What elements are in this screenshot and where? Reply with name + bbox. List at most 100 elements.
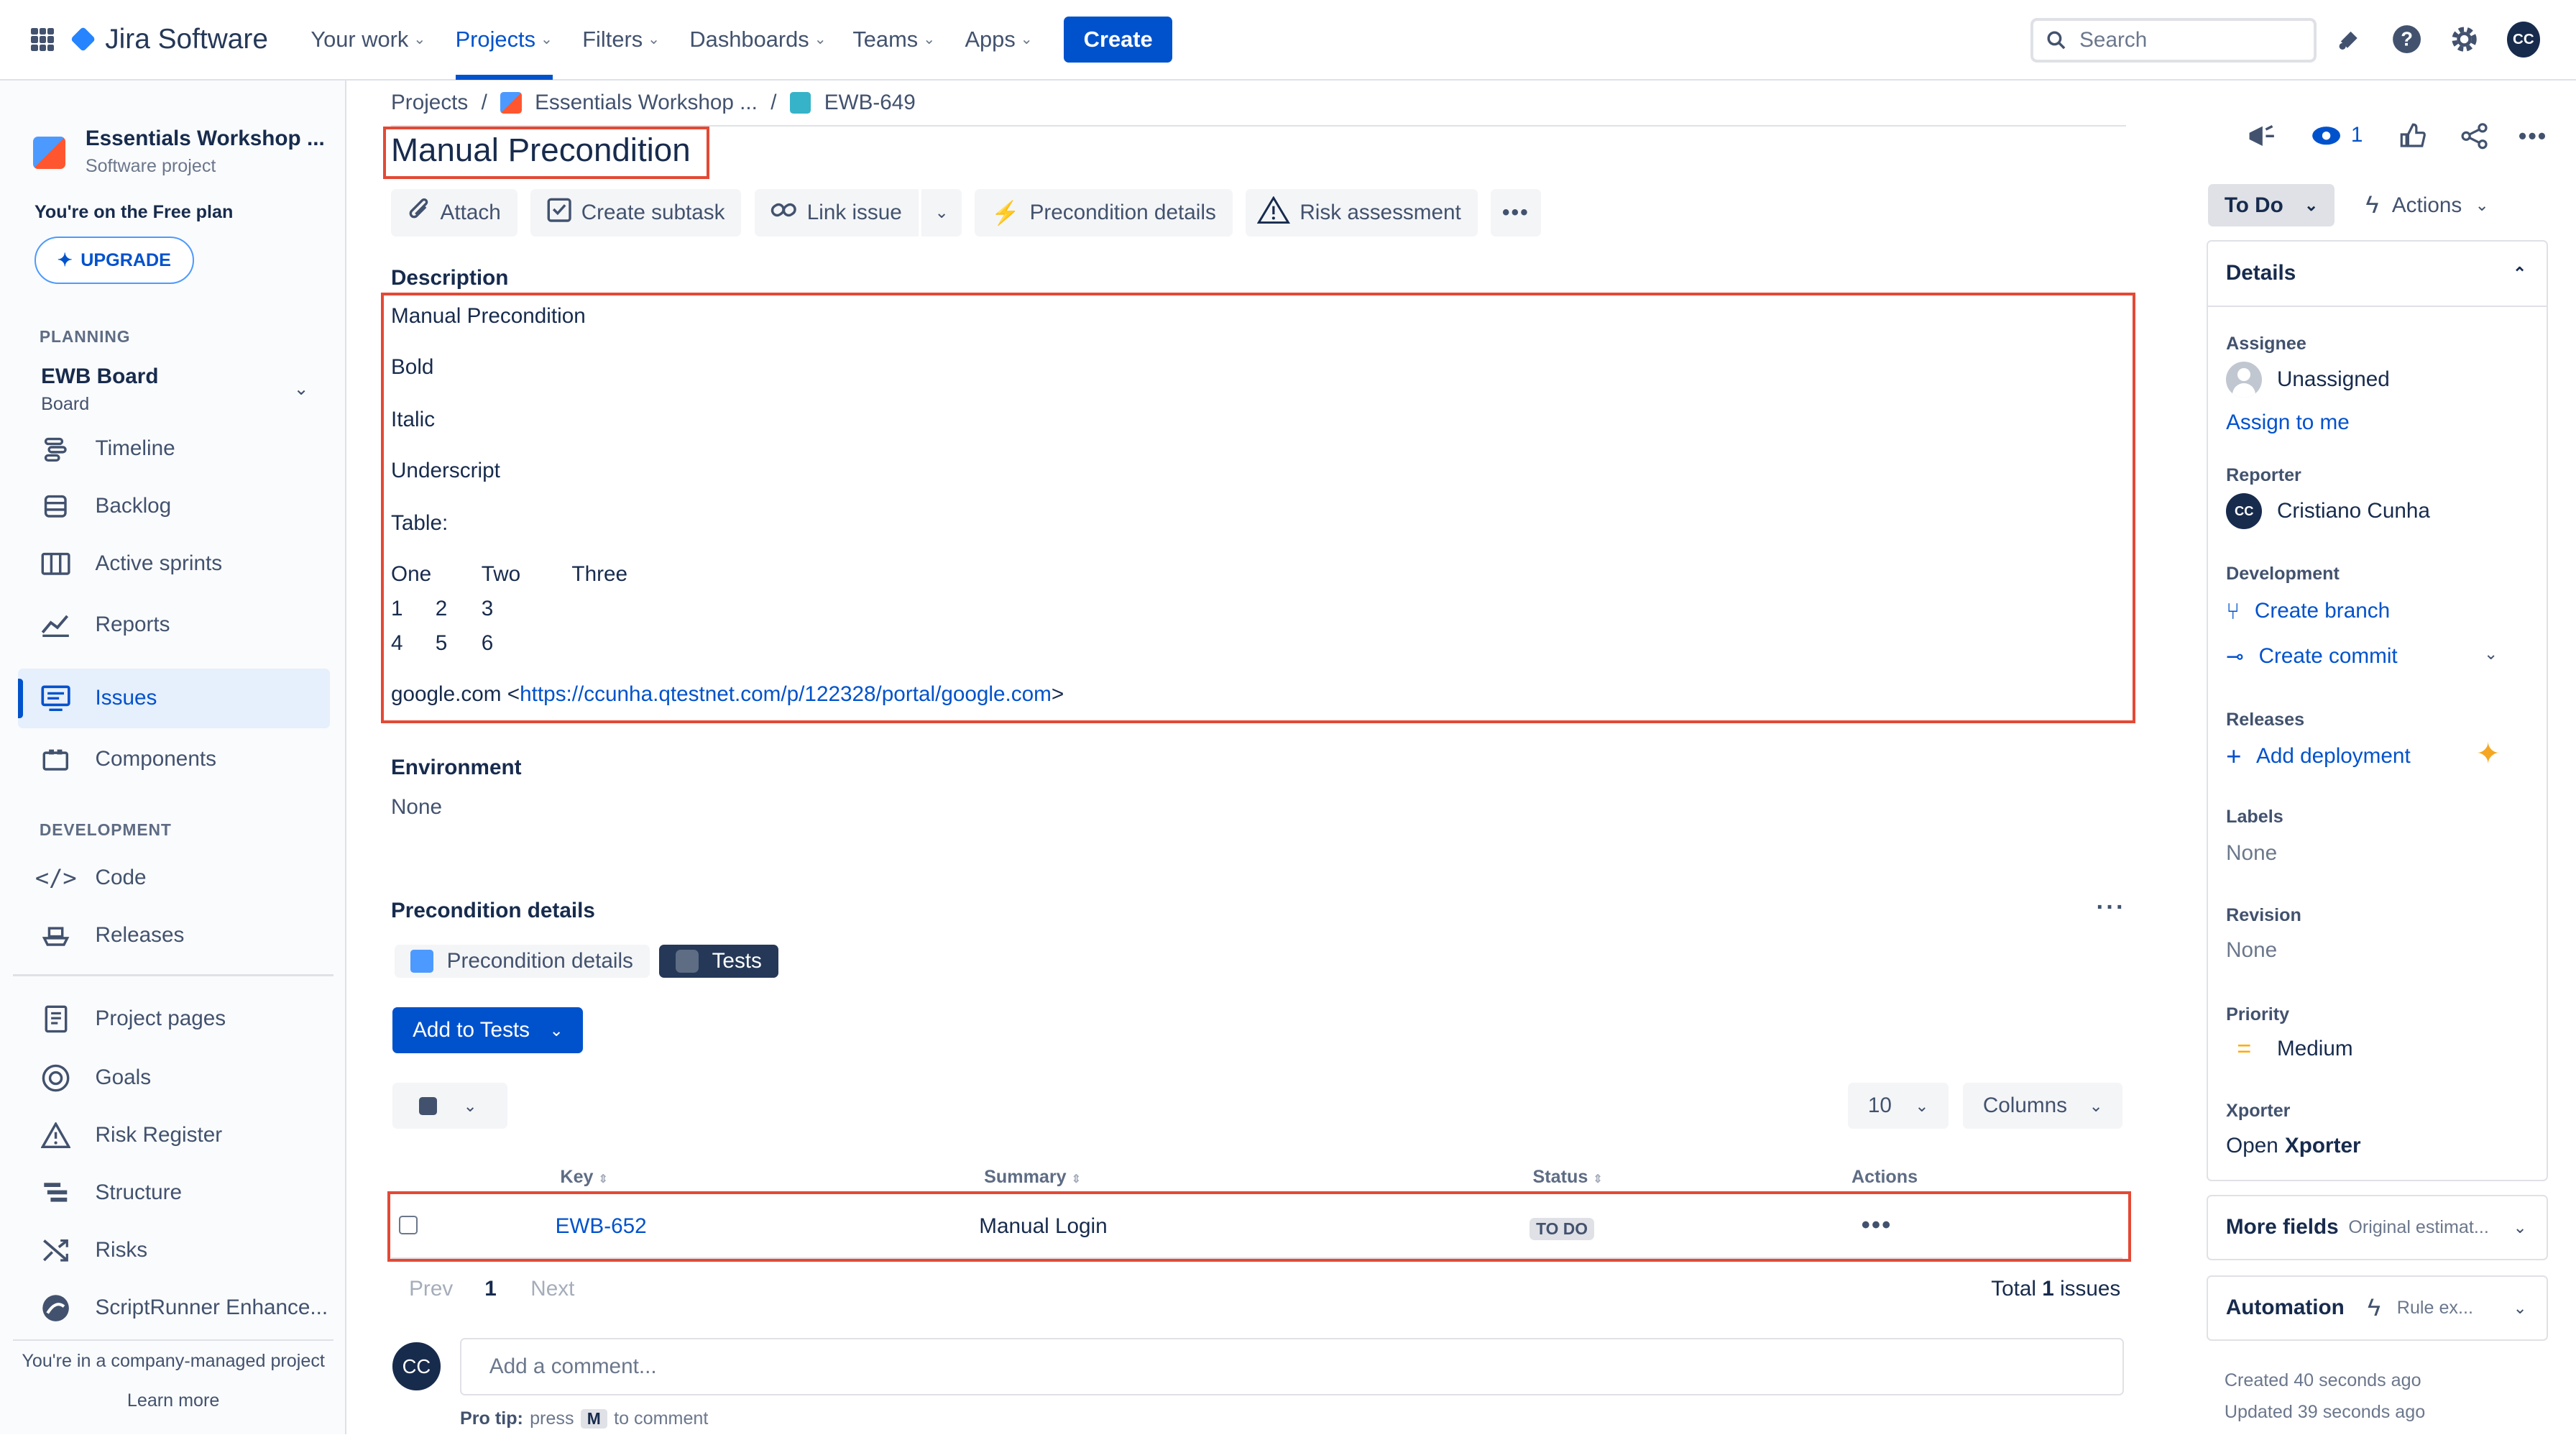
column-header-key[interactable]: Key ⇕ <box>560 1167 607 1188</box>
sidebar-divider <box>13 974 334 976</box>
chevron-down-icon: ⌄ <box>2304 196 2319 215</box>
sidebar-item-issues[interactable]: Issues <box>18 669 331 728</box>
sidebar-item-scriptrunner[interactable]: ScriptRunner Enhance... <box>18 1278 330 1337</box>
open-xporter-link[interactable]: Open Xporter <box>2226 1134 2360 1158</box>
column-header-status[interactable]: Status ⇕ <box>1533 1167 1603 1188</box>
risk-assessment-label: Risk assessment <box>1300 200 1461 224</box>
columns-button[interactable]: Columns ⌄ <box>1963 1083 2123 1129</box>
structure-icon <box>40 1178 73 1208</box>
create-subtask-button[interactable]: Create subtask <box>530 188 742 237</box>
keyboard-key: M <box>580 1408 607 1429</box>
top-navigation: Jira Software Your work ⌄ Projects ⌄ Filte… <box>0 0 2576 81</box>
link-issue-button[interactable]: Link issue <box>754 188 919 237</box>
add-to-tests-button[interactable]: Add to Tests ⌄ <box>392 1007 584 1054</box>
like-thumbs-up-icon[interactable] <box>2400 123 2426 150</box>
nav-your-work[interactable]: Your work ⌄ <box>310 0 426 80</box>
reporter-field[interactable]: CC Cristiano Cunha <box>2226 492 2430 529</box>
labels-value[interactable]: None <box>2226 841 2277 866</box>
more-fields-section[interactable]: More fields Original estimat... ⌄ <box>2206 1194 2549 1261</box>
nav-apps[interactable]: Apps ⌄ <box>965 0 1032 80</box>
learn-more-link[interactable]: Learn more <box>0 1390 346 1411</box>
more-icon[interactable]: ••• <box>2518 123 2547 150</box>
board-sub: Board <box>41 394 90 415</box>
risk-assessment-button[interactable]: Risk assessment <box>1245 188 1478 237</box>
upgrade-button[interactable]: ✦ UPGRADE <box>34 237 194 285</box>
more-fields-heading: More fields <box>2225 1215 2339 1239</box>
sidebar-item-reports[interactable]: Reports <box>18 595 330 654</box>
reporter-avatar: CC <box>2226 492 2263 529</box>
create-branch-link[interactable]: ⑂ Create branch <box>2226 598 2390 625</box>
link-issue-dropdown[interactable]: ⌄ <box>921 188 962 237</box>
more-fields-sub: Original estimat... <box>2348 1216 2489 1237</box>
page-size-select[interactable]: 10 ⌄ <box>1848 1083 1949 1129</box>
add-deployment-link[interactable]: + Add deployment <box>2226 741 2411 771</box>
search-icon <box>2047 31 2066 50</box>
tab-precondition-details[interactable]: Precondition details <box>394 945 650 978</box>
sidebar-item-backlog[interactable]: Backlog <box>18 477 330 536</box>
environment-value[interactable]: None <box>391 795 442 820</box>
actions-label: Actions <box>2391 193 2462 217</box>
tab-tests[interactable]: Tests <box>659 945 778 978</box>
project-header[interactable]: Essentials Workshop ... Software project <box>32 127 325 177</box>
description-link[interactable]: https://ccunha.qtestnet.com/p/122328/por… <box>520 682 1052 706</box>
sidebar-item-active-sprints[interactable]: Active sprints <box>18 534 330 593</box>
precondition-details-button[interactable]: ⚡ Precondition details <box>975 188 1233 237</box>
issue-title[interactable]: Manual Precondition <box>391 132 691 169</box>
revision-label: Revision <box>2226 905 2301 926</box>
sidebar-item-project-pages[interactable]: Project pages <box>18 989 330 1048</box>
row-actions-icon[interactable]: ••• <box>1862 1211 1892 1239</box>
user-avatar[interactable]: CC <box>2506 21 2540 58</box>
row-checkbox[interactable] <box>399 1216 418 1234</box>
bulk-select-button[interactable]: ⌄ <box>392 1083 508 1129</box>
revision-value[interactable]: None <box>2226 938 2277 963</box>
sidebar-item-risks[interactable]: Risks <box>18 1221 330 1280</box>
comment-input[interactable]: Add a comment... <box>459 1337 2125 1395</box>
row-key-link[interactable]: EWB-652 <box>556 1214 647 1239</box>
breadcrumb-issue-key[interactable]: EWB-649 <box>824 91 916 115</box>
board-name: EWB Board <box>41 365 159 389</box>
pager-current-page[interactable]: 1 <box>484 1277 497 1301</box>
share-icon[interactable] <box>2460 123 2489 150</box>
chevron-down-icon[interactable]: ⌄ <box>2484 644 2498 664</box>
precondition-more-icon[interactable]: ··· <box>2097 894 2126 922</box>
sidebar-item-timeline[interactable]: Timeline <box>18 419 330 478</box>
sidebar-item-code[interactable]: </> Code <box>18 848 330 907</box>
attach-button[interactable]: Attach <box>390 188 518 237</box>
pager-next[interactable]: Next <box>530 1277 574 1301</box>
nav-teams[interactable]: Teams ⌄ <box>852 0 935 80</box>
details-header[interactable]: Details ⌃ <box>2207 242 2547 308</box>
sidebar-item-releases[interactable]: Releases <box>18 905 330 964</box>
nav-projects[interactable]: Projects ⌄ <box>455 0 553 80</box>
create-button[interactable]: Create <box>1064 17 1173 63</box>
watch-button[interactable]: 1 <box>2312 123 2363 147</box>
nav-filters[interactable]: Filters ⌄ <box>582 0 660 80</box>
feedback-megaphone-icon[interactable] <box>2246 123 2276 150</box>
more-actions-button[interactable]: ••• <box>1490 188 1541 237</box>
help-icon[interactable]: ? <box>2391 23 2424 56</box>
sidebar-item-goals[interactable]: Goals <box>18 1048 330 1107</box>
app-switcher-icon[interactable] <box>31 28 55 51</box>
assignee-field[interactable]: Unassigned <box>2226 361 2390 398</box>
jira-logo[interactable]: Jira Software <box>70 24 268 55</box>
status-dropdown[interactable]: To Do ⌄ <box>2207 183 2334 227</box>
project-avatar-icon <box>500 91 522 114</box>
attach-label: Attach <box>440 200 501 224</box>
breadcrumb-projects[interactable]: Projects <box>391 91 468 115</box>
notifications-icon[interactable] <box>2333 23 2366 56</box>
board-selector[interactable]: EWB Board Board ⌄ <box>23 357 328 422</box>
actions-dropdown[interactable]: ϟ Actions ⌄ <box>2365 184 2488 226</box>
pager-prev[interactable]: Prev <box>409 1277 453 1301</box>
create-commit-link[interactable]: ⊸ Create commit <box>2226 644 2398 669</box>
sidebar-item-structure[interactable]: Structure <box>18 1163 330 1222</box>
assign-to-me-link[interactable]: Assign to me <box>2226 411 2350 435</box>
search-input[interactable]: Search <box>2030 18 2317 63</box>
sidebar-item-risk-register[interactable]: Risk Register <box>18 1106 330 1165</box>
sidebar-item-components[interactable]: Components <box>18 730 330 789</box>
settings-gear-icon[interactable] <box>2448 23 2481 56</box>
nav-dashboards[interactable]: Dashboards ⌄ <box>689 0 826 80</box>
automation-section[interactable]: Automation ϟ Rule ex... ⌄ <box>2206 1275 2549 1342</box>
column-header-summary[interactable]: Summary ⇕ <box>984 1167 1081 1188</box>
priority-field[interactable]: = Medium <box>2226 1035 2352 1063</box>
sidebar-item-label: Issues <box>95 686 157 710</box>
breadcrumb-project[interactable]: Essentials Workshop ... <box>535 91 758 115</box>
